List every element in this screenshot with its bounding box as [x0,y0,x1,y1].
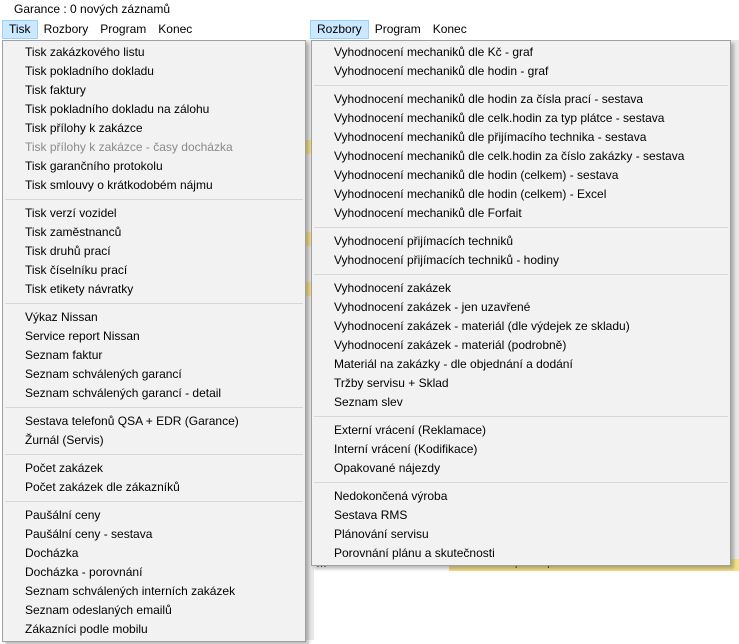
menubar-program[interactable]: Program [94,20,152,39]
menu-item-externi-vraceni-reklamace[interactable]: Externí vrácení (Reklamace) [312,421,730,440]
menu-separator [314,482,728,483]
menu-separator [5,407,303,408]
menu-item-planovani-servisu[interactable]: Plánování servisu [312,525,730,544]
menu-item-tisk-prilohy-k-zakazce-casy-dochazka: Tisk přílohy k zakázce - časy docházka [25,140,233,154]
menu-separator [5,303,303,304]
menu-item-vyhodnoceni-zakazek-material-podrobne[interactable]: Vyhodnocení zakázek - materiál (podrobně… [312,336,730,355]
menu-item-vyhodnoceni-zakazek-jen-uzavrene[interactable]: Vyhodnocení zakázek - jen uzavřené [312,298,730,317]
menu-item-tisk-ciselniku-praci[interactable]: Tisk číselníku prací [3,261,305,280]
menu-item-sestava-telefonu-qsa-edr-garance[interactable]: Sestava telefonů QSA + EDR (Garance) [3,412,305,431]
menu-item-pocet-zakazek[interactable]: Počet zakázek [3,459,305,478]
menu-item-service-report-nissan[interactable]: Service report Nissan [3,327,305,346]
right-menubar: Rozbory Program Konec [310,20,473,40]
menu-item-vyhodnoceni-prijimacich-techniku-hodiny[interactable]: Vyhodnocení přijímacích techniků - hodin… [312,251,730,270]
menu-separator [314,227,728,228]
menu-item-tisk-pokladniho-dokladu-na-zalohu[interactable]: Tisk pokladního dokladu na zálohu [3,100,305,119]
menu-item-opakovane-najezdy[interactable]: Opakované nájezdy [312,459,730,478]
menu-item-tisk-zakazkoveho-listu[interactable]: Tisk zakázkového listu [3,43,305,62]
menu-item-tisk-faktury[interactable]: Tisk faktury [3,81,305,100]
menu-item-trzby-servisu-sklad[interactable]: Tržby servisu + Sklad [312,374,730,393]
menubar-rozbory[interactable]: Rozbory [38,20,95,39]
menu-item-vyhodnoceni-mechaniku-dle-prijimaciho-technika-sestava[interactable]: Vyhodnocení mechaniků dle přijímacího te… [312,128,730,147]
menu-item-porovnani-planu-a-skutecnosti[interactable]: Porovnání plánu a skutečnosti [312,544,730,563]
menu-item-nedokoncena-vyroba[interactable]: Nedokončená výroba [312,487,730,506]
menu-item-pausalni-ceny[interactable]: Paušální ceny [3,506,305,525]
menu-item-tisk-pokladniho-dokladu[interactable]: Tisk pokladního dokladu [3,62,305,81]
menu-item-vyhodnoceni-mechaniku-dle-hodin-graf[interactable]: Vyhodnocení mechaniků dle hodin - graf [312,62,730,81]
menubar-tisk[interactable]: Tisk [2,20,38,39]
menu-item-seznam-schvalenych-garanci[interactable]: Seznam schválených garancí [3,365,305,384]
menu-item-seznam-odeslanych-emailu[interactable]: Seznam odeslaných emailů [3,601,305,620]
menu-separator [314,274,728,275]
menu-item-tisk-etikety-navratky[interactable]: Tisk etikety návratky [3,280,305,299]
status-line: Garance : 0 nových záznamů [14,2,171,16]
menu-item-seznam-schvalenych-garanci-detail[interactable]: Seznam schválených garancí - detail [3,384,305,403]
rozbory-dropdown-menu: Vyhodnocení mechaniků dle Kč - graf Vyhod… [311,40,731,566]
menu-item-interni-vraceni-kodifikace[interactable]: Interní vrácení (Kodifikace) [312,440,730,459]
menu-item-dochazka-porovnani[interactable]: Docházka - porovnání [3,563,305,582]
menu-separator [5,454,303,455]
menu-item-vyhodnoceni-mechaniku-dle-celk-hodin-za-cislo-zakazky-sestava[interactable]: Vyhodnocení mechaniků dle celk.hodin za … [312,147,730,166]
menu-item-material-na-zakazky-dle-objednani-a-dodani[interactable]: Materiál na zakázky - dle objednání a do… [312,355,730,374]
menu-separator [314,85,728,86]
menu-item-seznam-faktur[interactable]: Seznam faktur [3,346,305,365]
menu-item-zakaznici-podle-mobilu[interactable]: Zákazníci podle mobilu [3,620,305,639]
menubar-konec[interactable]: Konec [427,20,473,39]
menu-item-tisk-verzi-vozidel[interactable]: Tisk verzí vozidel [3,204,305,223]
menu-item-vyhodnoceni-mechaniku-dle-forfait[interactable]: Vyhodnocení mechaniků dle Forfait [312,204,730,223]
menu-item-tisk-garancniho-protokolu[interactable]: Tisk garančního protokolu [3,157,305,176]
menu-item-tisk-smlouvy-o-kratkodobem-najmu[interactable]: Tisk smlouvy o krátkodobém nájmu [3,176,305,195]
menu-item-pausalni-ceny-sestava[interactable]: Paušální ceny - sestava [3,525,305,544]
menu-item-zurnal-servis[interactable]: Žurnál (Servis) [3,431,305,450]
menu-separator [5,199,303,200]
menu-item-dochazka[interactable]: Docházka [3,544,305,563]
menu-item-tisk-druhu-praci[interactable]: Tisk druhů prací [3,242,305,261]
menu-item-tisk-prilohy-k-zakazce[interactable]: Tisk přílohy k zakázce [3,119,305,138]
tisk-dropdown-menu: Tisk zakázkového listu Tisk pokladního do… [2,40,306,642]
menu-item-vyhodnoceni-mechaniku-dle-kc-graf[interactable]: Vyhodnocení mechaniků dle Kč - graf [312,43,730,62]
menu-item-vyhodnoceni-mechaniku-dle-hodin-za-cisla-praci-sestava[interactable]: Vyhodnocení mechaniků dle hodin za čísla… [312,90,730,109]
menu-item-seznam-slev[interactable]: Seznam slev [312,393,730,412]
menu-item-sestava-rms[interactable]: Sestava RMS [312,506,730,525]
menu-item-pocet-zakazek-dle-zakazniku[interactable]: Počet zakázek dle zákazníků [3,478,305,497]
menubar-rozbory[interactable]: Rozbory [310,20,369,39]
menu-item-vyhodnoceni-zakazek-material-dle-vydejek-ze-skladu[interactable]: Vyhodnocení zakázek - materiál (dle výde… [312,317,730,336]
menu-separator [5,501,303,502]
menu-item-vyhodnoceni-zakazek[interactable]: Vyhodnocení zakázek [312,279,730,298]
menu-item-vyhodnoceni-mechaniku-dle-hodin-celkem-excel[interactable]: Vyhodnocení mechaniků dle hodin (celkem)… [312,185,730,204]
menu-separator [314,416,728,417]
menu-item-vyhodnoceni-prijimacich-techniku[interactable]: Vyhodnocení přijímacích techniků [312,232,730,251]
menu-item-vyhodnoceni-mechaniku-dle-celk-hodin-za-typ-platce-sestava[interactable]: Vyhodnocení mechaniků dle celk.hodin za … [312,109,730,128]
menu-item-seznam-schvalenych-internich-zakazek[interactable]: Seznam schválených interních zakázek [3,582,305,601]
menubar-konec[interactable]: Konec [152,20,198,39]
menu-item-vykaz-nissan[interactable]: Výkaz Nissan [3,308,305,327]
menu-item-tisk-zamestnancu[interactable]: Tisk zaměstnanců [3,223,305,242]
menu-item-vyhodnoceni-mechaniku-dle-hodin-celkem-sestava[interactable]: Vyhodnocení mechaniků dle hodin (celkem)… [312,166,730,185]
menubar-program[interactable]: Program [369,20,427,39]
left-menubar: Tisk Rozbory Program Konec [2,20,198,40]
